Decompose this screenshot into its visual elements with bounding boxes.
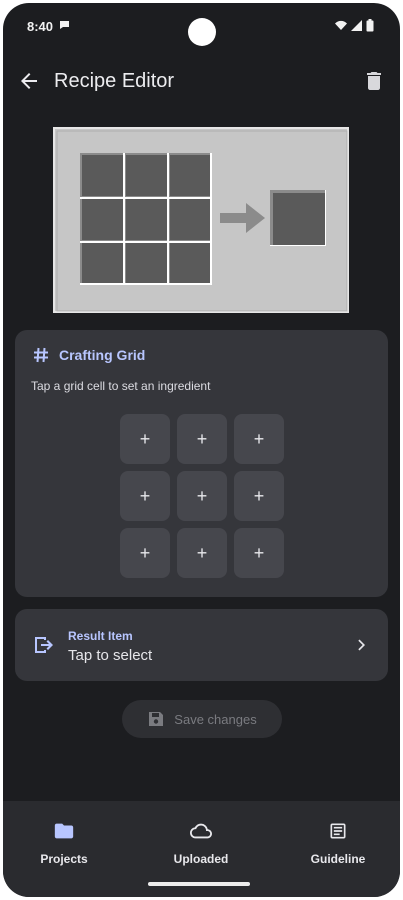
result-item-value: Tap to select	[68, 647, 153, 664]
nav-label-projects: Projects	[40, 852, 88, 866]
grid-cell-2[interactable]: +	[177, 414, 227, 464]
output-icon	[35, 637, 53, 653]
back-arrow-icon[interactable]	[17, 69, 41, 93]
grid-cell-3[interactable]: +	[234, 414, 284, 464]
delete-icon[interactable]	[362, 69, 386, 93]
grid-cell-1[interactable]: +	[120, 414, 170, 464]
home-indicator[interactable]	[148, 882, 250, 886]
preview-output-slot	[270, 190, 326, 246]
save-changes-button[interactable]: Save changes	[122, 700, 282, 738]
folder-icon	[54, 823, 74, 839]
wifi-icon	[335, 20, 347, 30]
preview-input-grid	[80, 153, 212, 285]
message-notification-icon	[60, 21, 69, 29]
signal-icon	[351, 20, 362, 31]
grid-cell-7[interactable]: +	[120, 528, 170, 578]
grid-cell-8[interactable]: +	[177, 528, 227, 578]
result-item-label: Result Item	[68, 629, 133, 643]
chevron-right-icon	[358, 639, 365, 651]
grid-cell-9[interactable]: +	[234, 528, 284, 578]
app-bar: Recipe Editor	[3, 59, 400, 105]
result-item-row[interactable]: Result Item Tap to select	[15, 609, 388, 681]
page-title: Recipe Editor	[54, 70, 175, 92]
status-time: 8:40	[27, 19, 54, 34]
app-screen: 8:40 Recipe Editor Crafting Grid Tap a g…	[3, 3, 400, 897]
nav-label-guideline: Guideline	[310, 852, 366, 866]
phone-frame: 8:40 Recipe Editor Crafting Grid Tap a g…	[0, 0, 403, 900]
nav-item-uploaded[interactable]: Uploaded	[151, 819, 251, 866]
save-changes-label: Save changes	[174, 711, 257, 727]
cloud-icon	[190, 823, 212, 839]
grid-cell-5[interactable]: +	[177, 471, 227, 521]
crafting-grid-card: Crafting Grid Tap a grid cell to set an …	[15, 330, 388, 597]
system-icons	[335, 19, 374, 32]
grid-cell-6[interactable]: +	[234, 471, 284, 521]
grid-hash-icon	[34, 347, 48, 363]
save-disk-icon	[149, 712, 164, 726]
nav-item-guideline[interactable]: Guideline	[288, 819, 388, 866]
camera-cutout	[188, 18, 216, 46]
ingredient-grid: + + + + + + + + +	[120, 414, 284, 578]
crafting-grid-title: Crafting Grid	[59, 347, 146, 363]
battery-icon	[366, 19, 374, 32]
nav-item-projects[interactable]: Projects	[14, 819, 114, 866]
crafting-grid-subtitle: Tap a grid cell to set an ingredient	[31, 379, 211, 393]
grid-cell-4[interactable]: +	[120, 471, 170, 521]
article-icon	[330, 823, 346, 839]
crafting-grid-header: Crafting Grid	[33, 347, 145, 363]
nav-label-uploaded: Uploaded	[173, 852, 229, 866]
crafting-table-preview	[53, 127, 349, 313]
